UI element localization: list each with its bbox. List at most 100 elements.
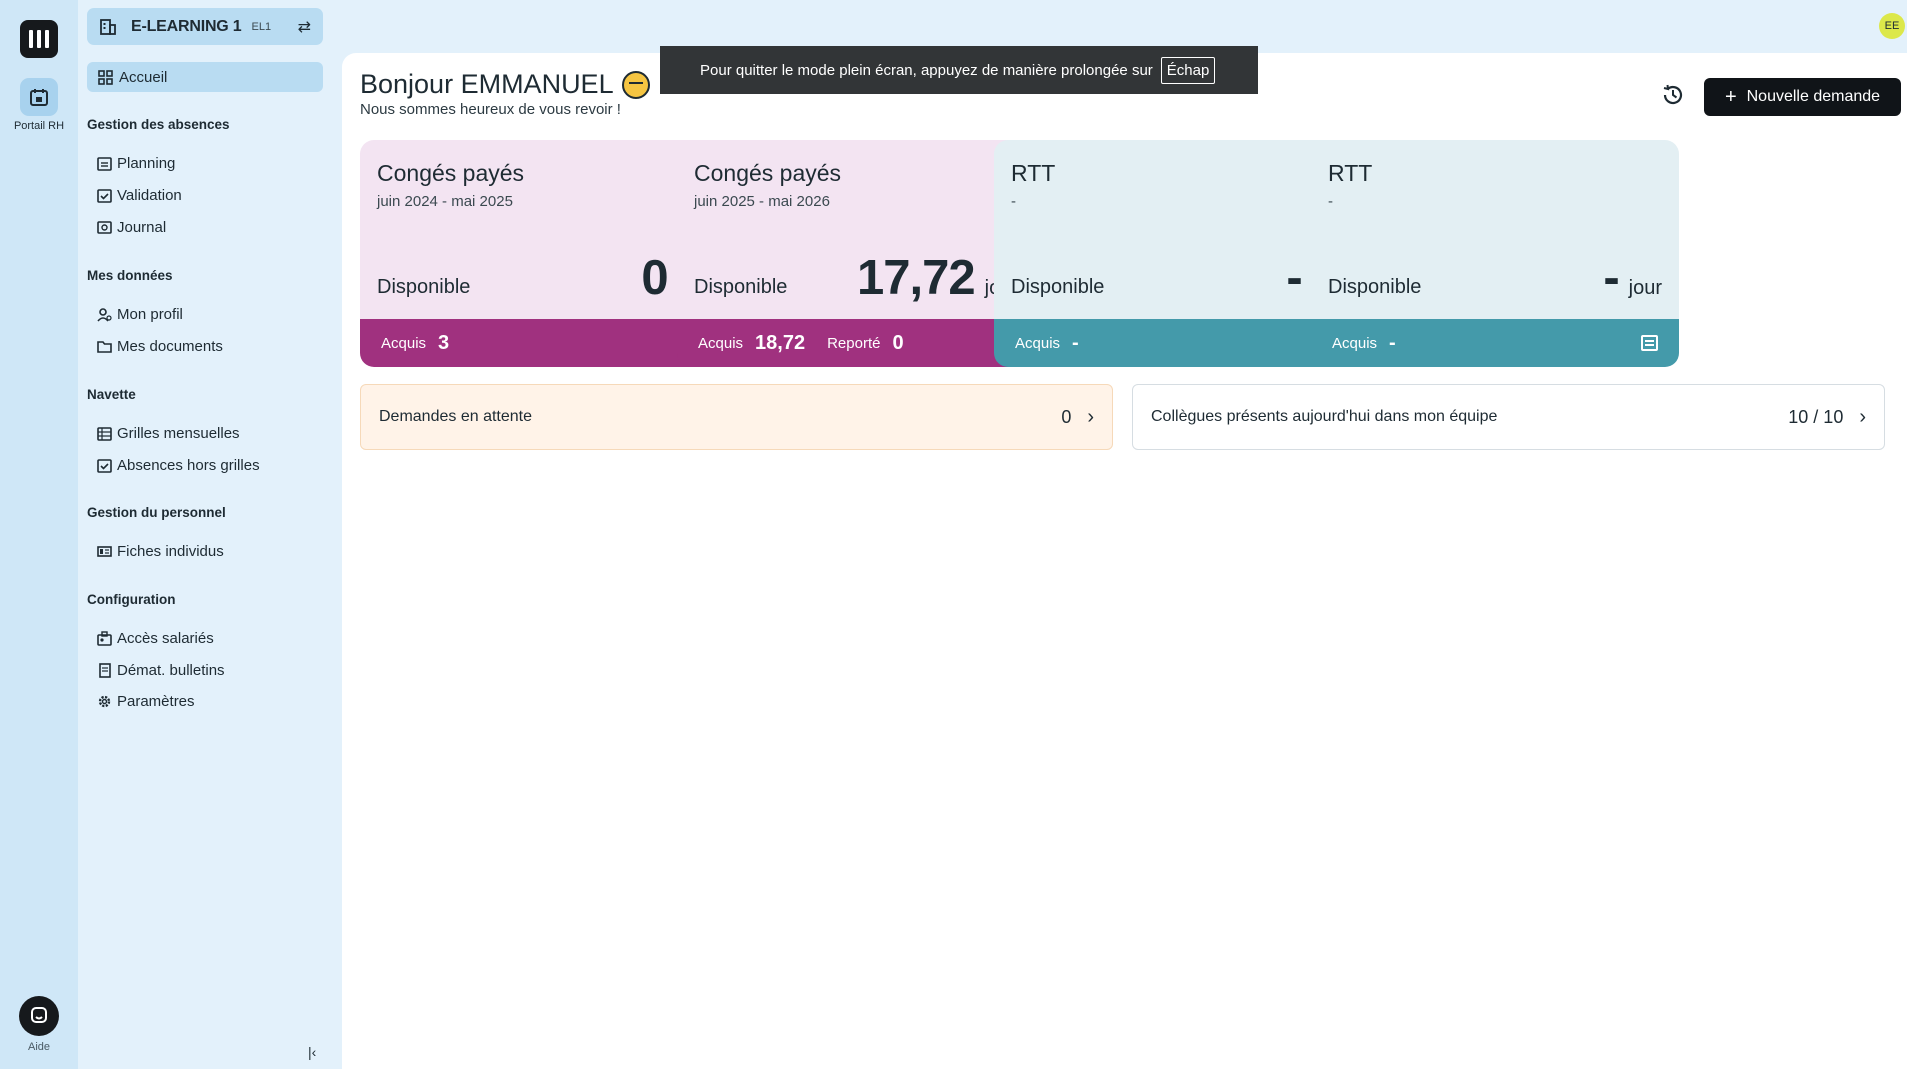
workspace-switcher[interactable]: E-LEARNING 1 EL1 ⇄ — [87, 8, 323, 45]
card-period: juin 2025 - mai 2026 — [694, 193, 830, 210]
card-footer: Acquis - — [1311, 319, 1679, 367]
card-title: Congés payés — [694, 160, 842, 186]
carried-over-label: Reporté — [827, 334, 881, 352]
chevron-right-icon: › — [1859, 405, 1866, 428]
user-avatar[interactable]: EE — [1879, 13, 1905, 39]
page-subtitle: Nous sommes heureux de vous revoir ! — [360, 101, 621, 118]
acquired-label: Acquis — [698, 334, 744, 352]
sidebar-item-label: Paramètres — [117, 693, 195, 710]
sidebar-item-label: Grilles mensuelles — [117, 425, 240, 442]
sidebar-item-demat-bulletins[interactable]: Démat. bulletins — [97, 662, 225, 679]
pending-requests-row[interactable]: Demandes en attente 0 › — [360, 384, 1113, 450]
card-footer: Acquis - — [994, 319, 1362, 367]
app-rail: Portail RH Aide — [0, 0, 78, 1069]
folder-icon — [97, 339, 112, 354]
card-available-label: Disponible — [1328, 276, 1422, 298]
team-presence-count: 10 / 10 — [1788, 406, 1844, 427]
team-presence-row[interactable]: Collègues présents aujourd'hui dans mon … — [1132, 384, 1885, 450]
sidebar-item-label: Accueil — [119, 68, 168, 86]
leave-card-cp-2025[interactable]: Congés payés juin 2025 - mai 2026 Dispon… — [677, 140, 1045, 367]
plus-icon: + — [1724, 86, 1737, 108]
app-menu-icon[interactable] — [20, 20, 58, 58]
balance-value: 0 — [641, 251, 668, 305]
sidebar-item-mon-profil[interactable]: Mon profil — [97, 306, 183, 323]
sidebar-item-label: Planning — [117, 155, 176, 172]
calendar-icon — [20, 78, 58, 116]
sidebar-item-label: Absences hors grilles — [117, 457, 260, 474]
settings-icon — [97, 694, 112, 709]
new-request-label: Nouvelle demande — [1746, 88, 1881, 105]
chat-icon — [19, 996, 59, 1036]
swap-icon[interactable]: ⇄ — [298, 17, 311, 37]
card-available-label: Disponible — [694, 276, 788, 298]
card-balance: - jour — [1603, 254, 1662, 303]
card-period: - — [1328, 193, 1333, 210]
balance-value: - — [1603, 251, 1619, 305]
workspace-code: EL1 — [251, 20, 272, 33]
acquired-label: Acquis — [381, 334, 427, 352]
page-title: Bonjour EMMANUEL — [360, 69, 614, 99]
fullscreen-toast: Pour quitter le mode plein écran, appuye… — [660, 46, 1258, 94]
collapse-sidebar-icon[interactable]: |‹ — [308, 1044, 316, 1060]
pending-requests-label: Demandes en attente — [379, 408, 532, 425]
help-label: Aide — [27, 1041, 51, 1053]
team-presence-label: Collègues présents aujourd'hui dans mon … — [1151, 408, 1498, 425]
chevron-right-icon: › — [1087, 405, 1094, 428]
building-icon — [100, 18, 116, 35]
sidebar-item-fiches-individus[interactable]: Fiches individus — [97, 543, 224, 560]
workspace-name: E-LEARNING 1 — [131, 17, 242, 35]
acquired-value: - — [1389, 331, 1396, 354]
card-period: juin 2024 - mai 2025 — [377, 193, 513, 210]
history-icon[interactable] — [1660, 82, 1686, 108]
main-content: Bonjour EMMANUEL Nous sommes heureux de … — [342, 53, 1907, 1069]
sidebar-item-label: Validation — [117, 187, 182, 204]
sidebar-item-absences-hors-grilles[interactable]: Absences hors grilles — [97, 457, 260, 474]
fullscreen-message: Pour quitter le mode plein écran, appuye… — [700, 61, 1153, 79]
acquired-label: Acquis — [1332, 334, 1378, 352]
sidebar-item-label: Fiches individus — [117, 543, 224, 560]
badge-icon — [97, 631, 112, 646]
acquired-value: - — [1072, 331, 1079, 354]
sidebar-item-label: Mon profil — [117, 306, 183, 323]
section-navette: Navette — [87, 387, 136, 402]
sidebar-item-label: Démat. bulletins — [117, 662, 225, 679]
new-request-button[interactable]: + Nouvelle demande — [1704, 78, 1901, 116]
section-gestion-absences: Gestion des absences — [87, 117, 230, 132]
sidebar-item-parametres[interactable]: Paramètres — [97, 693, 195, 710]
sidebar-item-planning[interactable]: Planning — [97, 155, 175, 172]
leave-card-rtt-1[interactable]: RTT - Disponible - jour Acquis - — [994, 140, 1362, 367]
card-period: - — [1011, 193, 1016, 210]
sidebar-item-mes-documents[interactable]: Mes documents — [97, 338, 223, 355]
dashboard-icon — [98, 69, 113, 85]
help-button[interactable]: Aide — [0, 996, 78, 1053]
sidebar-item-grilles-mensuelles[interactable]: Grilles mensuelles — [97, 425, 240, 442]
grid-icon — [97, 426, 112, 441]
card-title: RTT — [1011, 160, 1056, 186]
details-icon[interactable] — [1641, 335, 1658, 351]
sidebar: E-LEARNING 1 EL1 ⇄ Accueil Gestion des a… — [78, 0, 342, 1069]
section-gestion-personnel: Gestion du personnel — [87, 505, 226, 520]
sidebar-item-accueil[interactable]: Accueil — [87, 62, 323, 92]
calendar-check-icon — [97, 188, 112, 203]
greeting: Bonjour EMMANUEL — [360, 69, 650, 100]
rail-item-portail-rh[interactable]: Portail RH — [0, 78, 78, 132]
sidebar-item-validation[interactable]: Validation — [97, 187, 182, 204]
sidebar-item-label: Mes documents — [117, 338, 223, 355]
carried-over-value: 0 — [892, 331, 904, 354]
sidebar-item-journal[interactable]: Journal — [97, 219, 166, 236]
acquired-label: Acquis — [1015, 334, 1061, 352]
leave-card-rtt-2[interactable]: RTT - Disponible - jour Acquis - — [1311, 140, 1679, 367]
balance-value: - — [1286, 251, 1302, 305]
id-card-icon — [97, 544, 112, 559]
card-footer: Acquis 18,72 Reporté 0 — [677, 319, 1045, 367]
balance-value: 17,72 — [857, 251, 976, 305]
card-available-label: Disponible — [377, 276, 471, 298]
card-available-label: Disponible — [1011, 276, 1105, 298]
payslip-icon — [97, 663, 112, 678]
journal-icon — [97, 220, 112, 235]
sidebar-item-acces-salaries[interactable]: Accès salariés — [97, 630, 214, 647]
leave-card-cp-2024[interactable]: Congés payés juin 2024 - mai 2025 Dispon… — [360, 140, 728, 367]
sidebar-item-label: Journal — [117, 219, 167, 236]
acquired-value: 3 — [438, 331, 450, 354]
section-configuration: Configuration — [87, 592, 176, 607]
